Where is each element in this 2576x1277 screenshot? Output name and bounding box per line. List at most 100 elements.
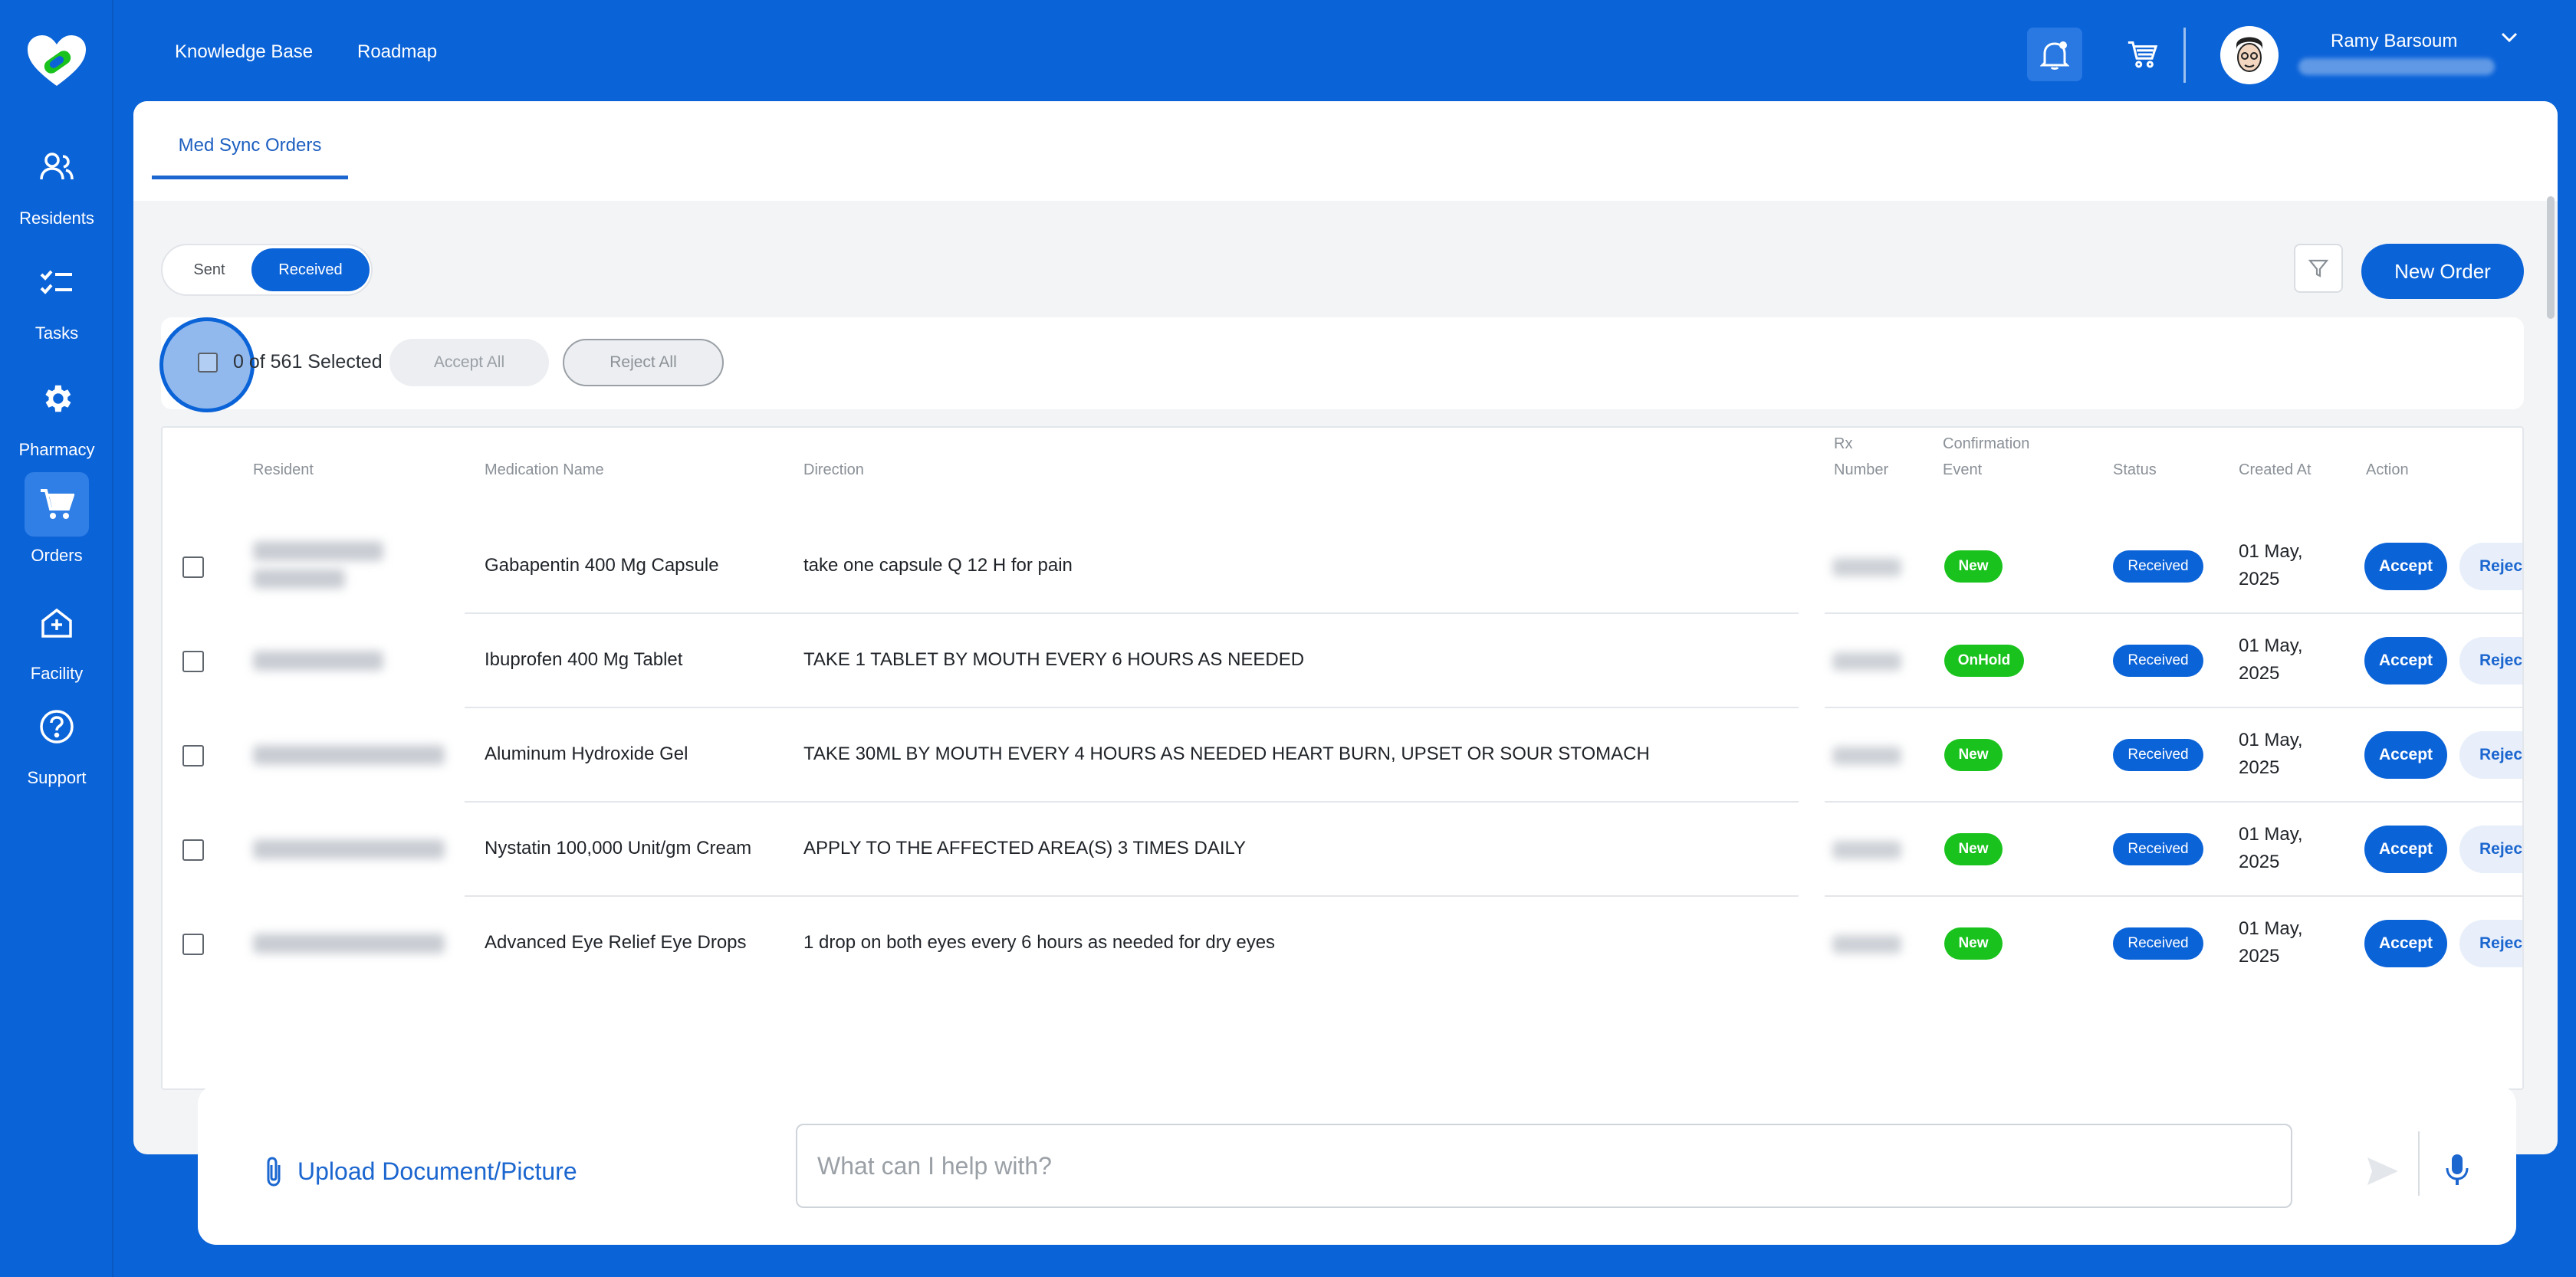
header-direction: Direction xyxy=(803,461,864,478)
status-badge: Received xyxy=(2113,833,2203,865)
created-date: 01 May, 2025 xyxy=(2239,821,2303,876)
rx-number-redacted xyxy=(1832,747,1901,765)
header-resident: Resident xyxy=(253,461,314,478)
avatar[interactable] xyxy=(2220,26,2279,84)
reject-all-button[interactable]: Reject All xyxy=(563,339,724,386)
status-badge: Received xyxy=(2113,645,2203,677)
event-badge: New xyxy=(1944,550,2003,583)
scrollbar[interactable] xyxy=(2547,196,2555,319)
user-name[interactable]: Ramy Barsoum xyxy=(2331,31,2457,52)
filter-button[interactable] xyxy=(2294,244,2343,293)
resident-name-redacted xyxy=(253,839,445,859)
row-checkbox[interactable] xyxy=(182,651,204,672)
row-checkbox[interactable] xyxy=(182,745,204,767)
medication-name: Gabapentin 400 Mg Capsule xyxy=(485,555,719,576)
toggle-sent[interactable]: Sent xyxy=(167,248,251,291)
reject-button[interactable]: Reject xyxy=(2459,543,2522,590)
sidebar-item-residents[interactable]: Residents xyxy=(0,135,113,242)
main-panel: Med Sync Orders Sent Received New Order … xyxy=(133,101,2558,1154)
table-row: Gabapentin 400 Mg Capsule take one capsu… xyxy=(163,520,2522,614)
header-medication: Medication Name xyxy=(485,461,604,478)
reject-button[interactable]: Reject xyxy=(2459,731,2522,779)
reject-button[interactable]: Reject xyxy=(2459,826,2522,873)
app-logo[interactable] xyxy=(26,34,87,89)
sidebar-item-support[interactable]: Support xyxy=(0,694,113,802)
date-line1: 01 May, xyxy=(2239,635,2303,656)
table-row: Ibuprofen 400 Mg Tablet TAKE 1 TABLET BY… xyxy=(163,614,2522,708)
rx-number-redacted xyxy=(1832,652,1901,671)
rx-number-redacted xyxy=(1832,558,1901,576)
direction-text: TAKE 30ML BY MOUTH EVERY 4 HOURS AS NEED… xyxy=(803,744,1650,764)
sidebar: Residents Tasks Pharmacy Orders Facility… xyxy=(0,0,113,1277)
tab-med-sync-orders[interactable]: Med Sync Orders xyxy=(152,101,348,179)
accept-button[interactable]: Accept xyxy=(2364,920,2447,967)
select-all-checkbox[interactable] xyxy=(198,353,218,373)
status-badge: Received xyxy=(2113,550,2203,583)
cart-icon xyxy=(25,472,89,537)
new-order-button[interactable]: New Order xyxy=(2361,244,2524,299)
direction-text: APPLY TO THE AFFECTED AREA(S) 3 TIMES DA… xyxy=(803,838,1247,858)
sidebar-item-orders[interactable]: Orders xyxy=(0,472,113,579)
sidebar-item-tasks[interactable]: Tasks xyxy=(0,250,113,357)
row-checkbox[interactable] xyxy=(182,839,204,861)
tab-bar: Med Sync Orders xyxy=(133,101,2558,201)
header-rx: Rx Number xyxy=(1834,431,1888,483)
residents-icon xyxy=(25,135,89,199)
nav-link-roadmap[interactable]: Roadmap xyxy=(357,41,437,63)
sent-received-toggle: Sent Received xyxy=(161,244,373,296)
row-checkbox[interactable] xyxy=(182,556,204,578)
status-badge: Received xyxy=(2113,739,2203,771)
date-line1: 01 May, xyxy=(2239,918,2303,939)
resident-name-redacted xyxy=(253,651,383,671)
event-badge: OnHold xyxy=(1944,645,2024,677)
reject-button[interactable]: Reject xyxy=(2459,920,2522,967)
sidebar-item-facility[interactable]: Facility xyxy=(0,590,113,698)
created-date: 01 May, 2025 xyxy=(2239,538,2303,593)
created-date: 01 May, 2025 xyxy=(2239,915,2303,970)
cart-icon xyxy=(2128,41,2157,68)
sidebar-item-label: Orders xyxy=(31,546,83,565)
send-button[interactable] xyxy=(2366,1156,2400,1190)
accept-button[interactable]: Accept xyxy=(2364,826,2447,873)
date-line2: 2025 xyxy=(2239,569,2280,589)
accept-all-button[interactable]: Accept All xyxy=(389,339,549,386)
assistant-input[interactable] xyxy=(796,1124,2292,1208)
created-date: 01 May, 2025 xyxy=(2239,727,2303,782)
date-line2: 2025 xyxy=(2239,663,2280,684)
row-checkbox[interactable] xyxy=(182,934,204,955)
direction-text: TAKE 1 TABLET BY MOUTH EVERY 6 HOURS AS … xyxy=(803,649,1305,670)
sidebar-item-pharmacy[interactable]: Pharmacy xyxy=(0,366,113,474)
cart-button[interactable] xyxy=(2114,28,2170,81)
date-line2: 2025 xyxy=(2239,757,2280,778)
table-row: Nystatin 100,000 Unit/gm Cream APPLY TO … xyxy=(163,803,2522,897)
gear-icon xyxy=(25,366,89,431)
chevron-down-icon[interactable] xyxy=(2501,32,2518,47)
reject-button[interactable]: Reject xyxy=(2459,637,2522,684)
facility-icon xyxy=(25,590,89,655)
sidebar-item-label: Facility xyxy=(30,664,84,683)
nav-link-knowledge-base[interactable]: Knowledge Base xyxy=(175,41,313,63)
resident-name-redacted xyxy=(253,934,445,954)
resident-name-redacted xyxy=(253,541,383,561)
header-conf-line1: Confirmation xyxy=(1943,435,2030,452)
sidebar-item-label: Tasks xyxy=(34,323,79,343)
rx-number-redacted xyxy=(1832,935,1901,954)
date-line2: 2025 xyxy=(2239,946,2280,967)
upload-document-button[interactable]: Upload Document/Picture xyxy=(264,1156,577,1187)
accept-button[interactable]: Accept xyxy=(2364,637,2447,684)
assistant-divider xyxy=(2418,1131,2420,1196)
header-action: Action xyxy=(2366,461,2409,478)
accept-button[interactable]: Accept xyxy=(2364,543,2447,590)
orders-table: Resident Medication Name Direction Rx Nu… xyxy=(161,426,2524,1090)
created-date: 01 May, 2025 xyxy=(2239,632,2303,688)
sidebar-item-label: Residents xyxy=(19,208,94,228)
microphone-button[interactable] xyxy=(2446,1153,2469,1190)
medication-name: Ibuprofen 400 Mg Tablet xyxy=(485,649,683,670)
event-badge: New xyxy=(1944,739,2003,771)
table-row: Aluminum Hydroxide Gel TAKE 30ML BY MOUT… xyxy=(163,708,2522,803)
accept-button[interactable]: Accept xyxy=(2364,731,2447,779)
notifications-button[interactable] xyxy=(2027,28,2082,81)
toggle-received[interactable]: Received xyxy=(251,248,370,291)
medication-name: Nystatin 100,000 Unit/gm Cream xyxy=(485,838,752,858)
date-line1: 01 May, xyxy=(2239,824,2303,845)
